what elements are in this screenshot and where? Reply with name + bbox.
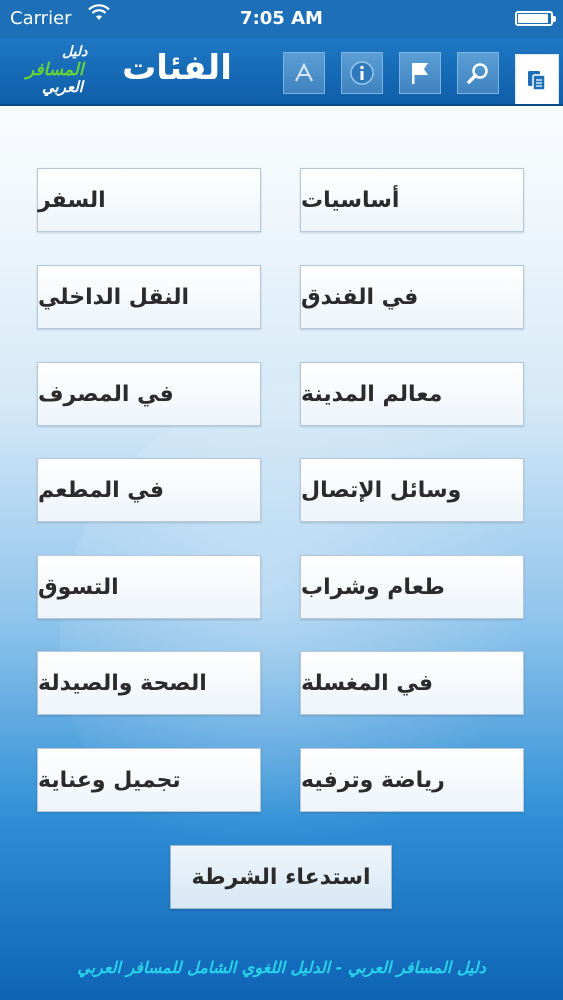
- category-bank-button[interactable]: في المصرف: [37, 362, 261, 426]
- category-label: في المطعم: [38, 477, 164, 503]
- category-travel-button[interactable]: السفر: [37, 168, 261, 232]
- font-size-icon: [295, 62, 313, 82]
- category-restaurant-button[interactable]: في المطعم: [37, 458, 261, 522]
- category-label: وسائل الإتصال: [301, 477, 462, 503]
- category-label: رياضة وترفيه: [301, 767, 445, 793]
- categories-tab[interactable]: [515, 54, 559, 104]
- info-button[interactable]: [341, 52, 383, 94]
- flag-button[interactable]: [399, 52, 441, 94]
- logo-line-2: المسافر: [26, 60, 84, 80]
- battery-level: [518, 14, 549, 23]
- battery-icon: [515, 11, 556, 26]
- category-beauty-button[interactable]: تجميل وعناية: [37, 748, 261, 812]
- category-label: النقل الداخلي: [38, 284, 190, 310]
- nav-bar: دليل المسافر العربي الفئات: [0, 38, 563, 106]
- category-label: في المصرف: [38, 381, 174, 407]
- category-label: تجميل وعناية: [38, 767, 181, 793]
- font-size-button[interactable]: [283, 52, 325, 94]
- page-title: الفئات: [122, 48, 232, 88]
- info-icon: [350, 61, 374, 85]
- category-label: في الفندق: [301, 284, 419, 310]
- category-shopping-button[interactable]: التسوق: [37, 555, 261, 619]
- categories-icon: [528, 70, 546, 91]
- search-icon: [467, 63, 488, 84]
- call-police-button[interactable]: استدعاء الشرطة: [170, 845, 392, 909]
- clock: 7:05 AM: [240, 8, 323, 29]
- footer-tagline: دليل المسافر العربي - الدليل اللغوي الشا…: [77, 958, 486, 977]
- logo-line-3: العربي: [42, 78, 83, 96]
- category-label: التسوق: [38, 574, 119, 600]
- category-label: في المغسلة: [301, 670, 433, 696]
- logo-line-1: دليل: [62, 44, 88, 60]
- category-label: معالم المدينة: [301, 381, 443, 407]
- category-label: الصحة والصيدلة: [38, 670, 207, 696]
- category-label: طعام وشراب: [301, 574, 445, 600]
- category-sports-button[interactable]: رياضة وترفيه: [300, 748, 524, 812]
- flag-icon: [412, 63, 428, 84]
- app-logo: دليل المسافر العربي: [12, 44, 102, 102]
- category-health-button[interactable]: الصحة والصيدلة: [37, 651, 261, 715]
- category-landmarks-button[interactable]: معالم المدينة: [300, 362, 524, 426]
- category-label: أساسيات: [301, 187, 400, 213]
- category-food-drink-button[interactable]: طعام وشراب: [300, 555, 524, 619]
- status-bar: Carrier 7:05 AM: [0, 0, 563, 38]
- category-laundry-button[interactable]: في المغسلة: [300, 651, 524, 715]
- call-police-label: استدعاء الشرطة: [191, 864, 371, 890]
- category-basics-button[interactable]: أساسيات: [300, 168, 524, 232]
- category-label: السفر: [38, 187, 106, 213]
- search-button[interactable]: [457, 52, 499, 94]
- category-transport-button[interactable]: النقل الداخلي: [37, 265, 261, 329]
- category-communication-button[interactable]: وسائل الإتصال: [300, 458, 524, 522]
- category-hotel-button[interactable]: في الفندق: [300, 265, 524, 329]
